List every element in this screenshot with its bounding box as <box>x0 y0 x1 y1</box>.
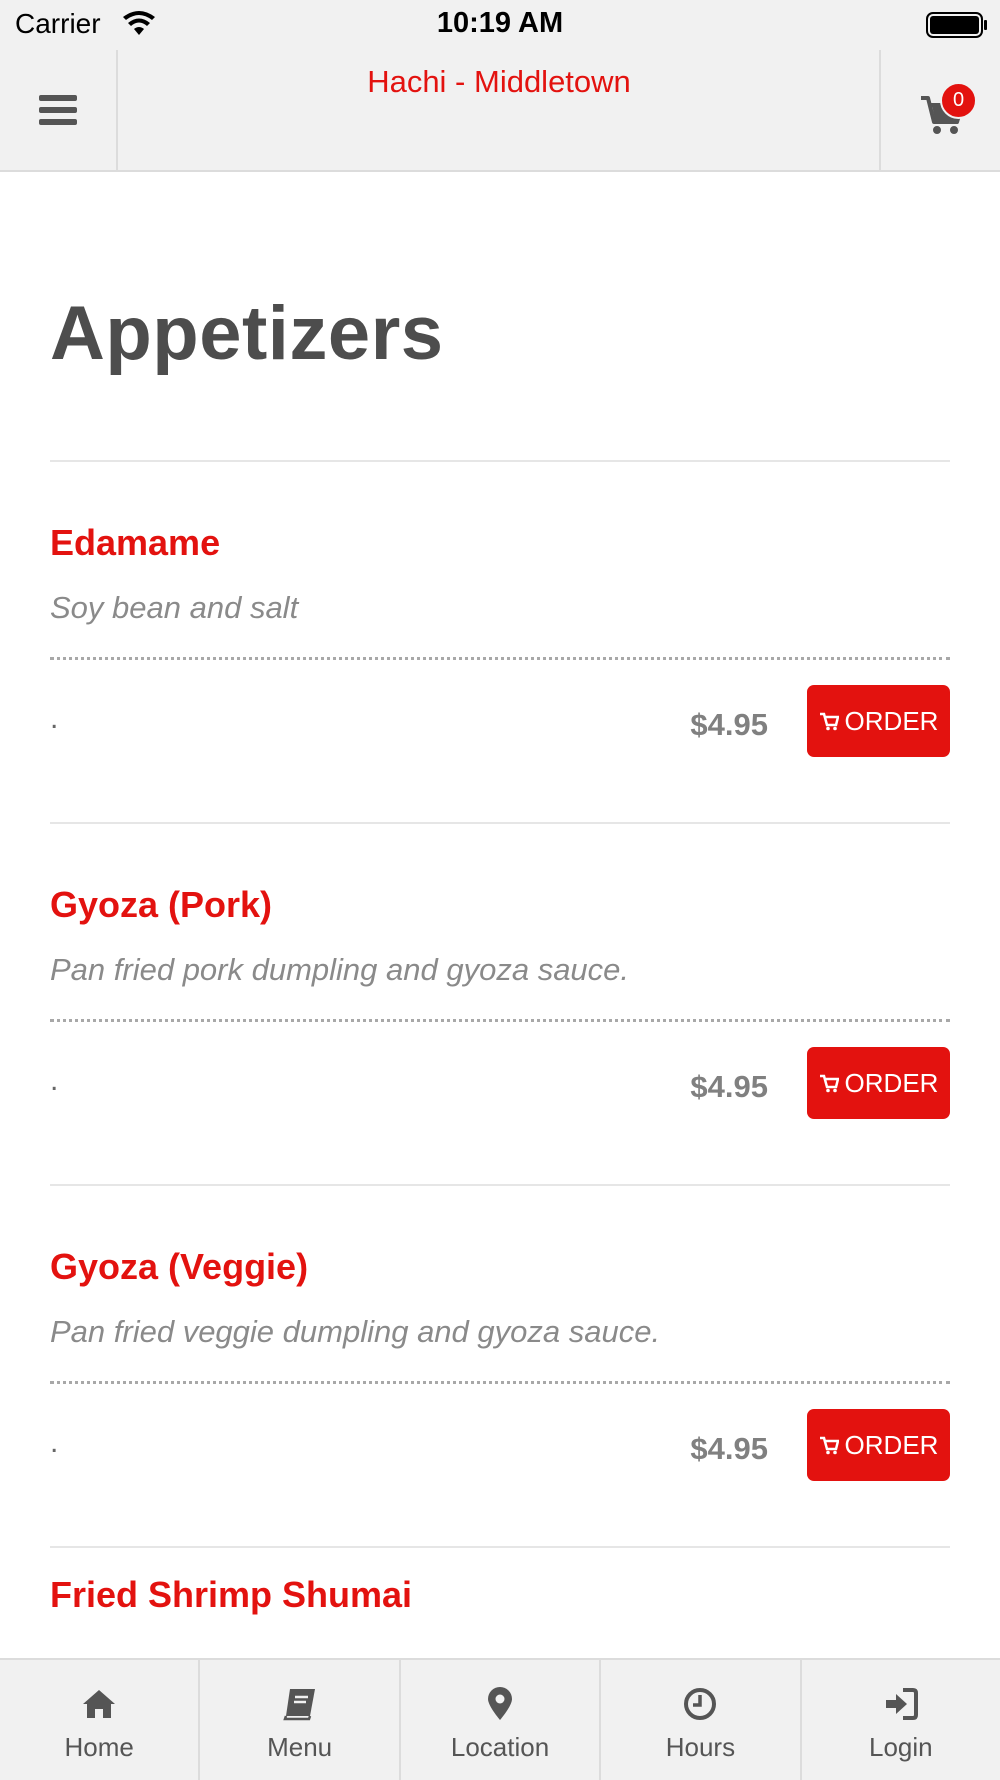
sign-in-icon <box>885 1688 918 1720</box>
tab-login[interactable]: Login <box>802 1660 1000 1780</box>
item-price: $4.95 <box>690 1431 768 1466</box>
item-description: Soy bean and salt <box>50 590 299 625</box>
tab-label: Login <box>869 1732 933 1762</box>
tab-location[interactable]: Location <box>401 1660 602 1780</box>
dotted-separator <box>50 657 950 660</box>
restaurant-title: Hachi - Middletown <box>367 64 631 99</box>
order-button[interactable]: ORDER <box>807 685 950 757</box>
tab-home[interactable]: Home <box>0 1660 201 1780</box>
order-button-label: ORDER <box>844 1429 939 1460</box>
menu-item: Edamame Soy bean and salt . $4.95 ORDER <box>50 462 950 824</box>
map-pin-icon <box>488 1687 513 1720</box>
cart-icon <box>819 712 839 731</box>
item-price: $4.95 <box>690 1069 768 1104</box>
status-bar: Carrier 10:19 AM <box>0 0 1000 50</box>
tab-label: Home <box>64 1732 134 1762</box>
home-icon <box>83 1690 116 1718</box>
clock-icon <box>684 1688 717 1720</box>
item-option-text: . <box>50 1426 59 1459</box>
tab-hours[interactable]: Hours <box>601 1660 802 1780</box>
dotted-separator <box>50 1019 950 1022</box>
menu-button[interactable] <box>0 50 118 170</box>
cart-count-badge: 0 <box>940 82 977 119</box>
menu-item: Gyoza (Pork) Pan fried pork dumpling and… <box>50 824 950 1186</box>
item-name[interactable]: Edamame <box>50 522 220 564</box>
item-price: $4.95 <box>690 707 768 742</box>
order-button-label: ORDER <box>844 705 939 736</box>
item-name[interactable]: Gyoza (Pork) <box>50 884 272 926</box>
order-button[interactable]: ORDER <box>807 1409 950 1481</box>
bottom-tab-bar: Home Menu Location Hours Login <box>0 1658 1000 1780</box>
cart-icon <box>819 1436 839 1455</box>
clock-time: 10:19 AM <box>436 7 564 39</box>
item-name[interactable]: Gyoza (Veggie) <box>50 1246 308 1288</box>
menu-item: Gyoza (Veggie) Pan fried veggie dumpling… <box>50 1186 950 1548</box>
dotted-separator <box>50 1381 950 1384</box>
item-description: Pan fried veggie dumpling and gyoza sauc… <box>50 1314 661 1349</box>
cart-button[interactable] <box>879 50 1000 170</box>
category-title: Appetizers <box>50 291 444 376</box>
tab-label: Location <box>450 1732 550 1762</box>
item-option-text: . <box>50 1064 59 1097</box>
book-icon <box>282 1689 315 1721</box>
tab-label: Menu <box>267 1732 333 1762</box>
tab-label: Hours <box>665 1732 736 1762</box>
item-description: Pan fried pork dumpling and gyoza sauce. <box>50 952 630 987</box>
item-option-text: . <box>50 702 59 735</box>
battery-icon <box>926 12 987 38</box>
order-button-label: ORDER <box>844 1067 939 1098</box>
tab-menu[interactable]: Menu <box>200 1660 401 1780</box>
order-button[interactable]: ORDER <box>807 1047 950 1119</box>
cart-icon <box>819 1074 839 1093</box>
menu-item: Fried Shrimp Shumai <box>50 1548 950 1658</box>
item-name[interactable]: Fried Shrimp Shumai <box>50 1574 412 1616</box>
app-header: Hachi - Middletown 0 <box>0 50 1000 172</box>
hamburger-icon <box>39 95 77 125</box>
